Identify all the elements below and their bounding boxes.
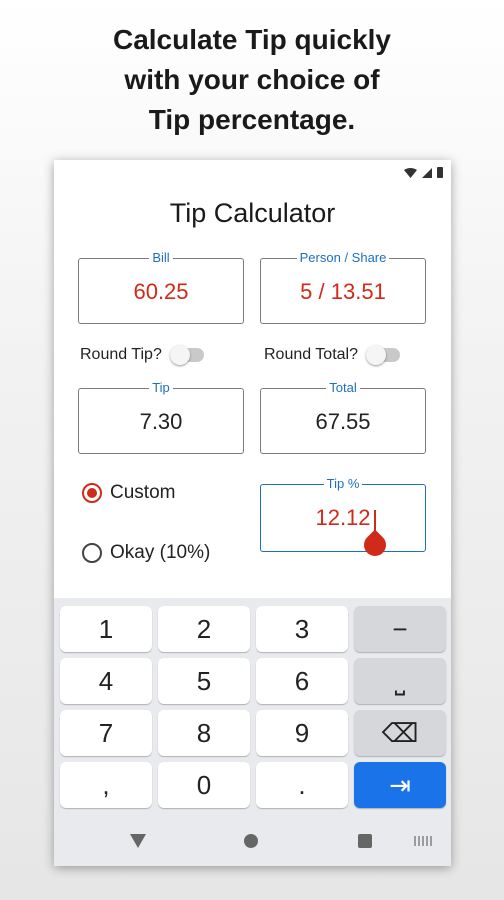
round-tip-toggle[interactable] bbox=[169, 345, 204, 365]
wifi-icon bbox=[404, 167, 417, 178]
signal-icon bbox=[422, 167, 432, 178]
round-tip-row: Round Tip? bbox=[80, 345, 204, 365]
status-bar bbox=[54, 160, 451, 186]
key-7[interactable]: 7 bbox=[60, 710, 152, 756]
key-3[interactable]: 3 bbox=[256, 606, 348, 652]
back-icon[interactable] bbox=[130, 834, 146, 848]
person-share-label: Person / Share bbox=[296, 250, 390, 265]
key-2[interactable]: 2 bbox=[158, 606, 250, 652]
keyboard-switch-icon[interactable] bbox=[414, 836, 432, 846]
key-0[interactable]: 0 bbox=[158, 762, 250, 808]
phone-screen: Tip Calculator Bill 60.25 Person / Share… bbox=[54, 160, 451, 866]
total-value: 67.55 bbox=[315, 409, 371, 434]
numeric-keyboard: 1 2 3 − 4 5 6 ⎵ 7 8 9 ⌫ , 0 . ⇥ bbox=[54, 598, 451, 866]
key-9[interactable]: 9 bbox=[256, 710, 348, 756]
total-field[interactable]: Total 67.55 bbox=[260, 380, 426, 454]
promo-headline: Calculate Tip quickly with your choice o… bbox=[0, 20, 504, 140]
key-8[interactable]: 8 bbox=[158, 710, 250, 756]
key-6[interactable]: 6 bbox=[256, 658, 348, 704]
key-backspace[interactable]: ⌫ bbox=[354, 710, 446, 756]
round-total-row: Round Total? bbox=[264, 345, 400, 365]
total-label: Total bbox=[326, 380, 360, 395]
round-total-toggle[interactable] bbox=[366, 345, 400, 365]
option-custom[interactable]: Custom bbox=[82, 482, 175, 504]
key-comma[interactable]: , bbox=[60, 762, 152, 808]
tip-percent-label: Tip % bbox=[323, 476, 363, 491]
battery-icon bbox=[437, 167, 443, 178]
bill-field[interactable]: Bill 60.25 bbox=[78, 250, 244, 324]
promo-line-1: Calculate Tip quickly bbox=[112, 24, 392, 55]
promo-line-2: with your choice of bbox=[124, 64, 380, 95]
key-space[interactable]: ⎵ bbox=[354, 658, 446, 704]
app-title: Tip Calculator bbox=[169, 198, 336, 228]
tip-value: 7.30 bbox=[139, 409, 183, 434]
tip-percent-value: 12.12 bbox=[315, 505, 371, 530]
tip-label: Tip bbox=[149, 380, 173, 395]
option-okay[interactable]: Okay (10%) bbox=[82, 542, 210, 564]
round-total-label: Round Total? bbox=[264, 346, 358, 363]
key-next[interactable]: ⇥ bbox=[354, 762, 446, 808]
key-period[interactable]: . bbox=[256, 762, 348, 808]
key-5[interactable]: 5 bbox=[158, 658, 250, 704]
person-share-value: 5 / 13.51 bbox=[300, 279, 386, 304]
key-minus[interactable]: − bbox=[354, 606, 446, 652]
round-tip-label: Round Tip? bbox=[80, 346, 162, 363]
okay-radio[interactable] bbox=[82, 543, 102, 563]
custom-label: Custom bbox=[110, 482, 176, 503]
key-4[interactable]: 4 bbox=[60, 658, 152, 704]
person-share-field[interactable]: Person / Share 5 / 13.51 bbox=[260, 250, 426, 324]
bill-value: 60.25 bbox=[133, 279, 189, 304]
promo-line-3: Tip percentage. bbox=[148, 104, 356, 135]
recents-icon[interactable] bbox=[358, 834, 372, 848]
navigation-bar bbox=[54, 816, 451, 866]
key-1[interactable]: 1 bbox=[60, 606, 152, 652]
tip-field[interactable]: Tip 7.30 bbox=[78, 380, 244, 454]
custom-radio[interactable] bbox=[82, 483, 102, 503]
okay-label: Okay (10%) bbox=[110, 542, 211, 563]
bill-label: Bill bbox=[149, 250, 173, 265]
home-icon[interactable] bbox=[244, 834, 258, 848]
tip-percent-field[interactable]: Tip % 12.12 bbox=[260, 476, 426, 552]
